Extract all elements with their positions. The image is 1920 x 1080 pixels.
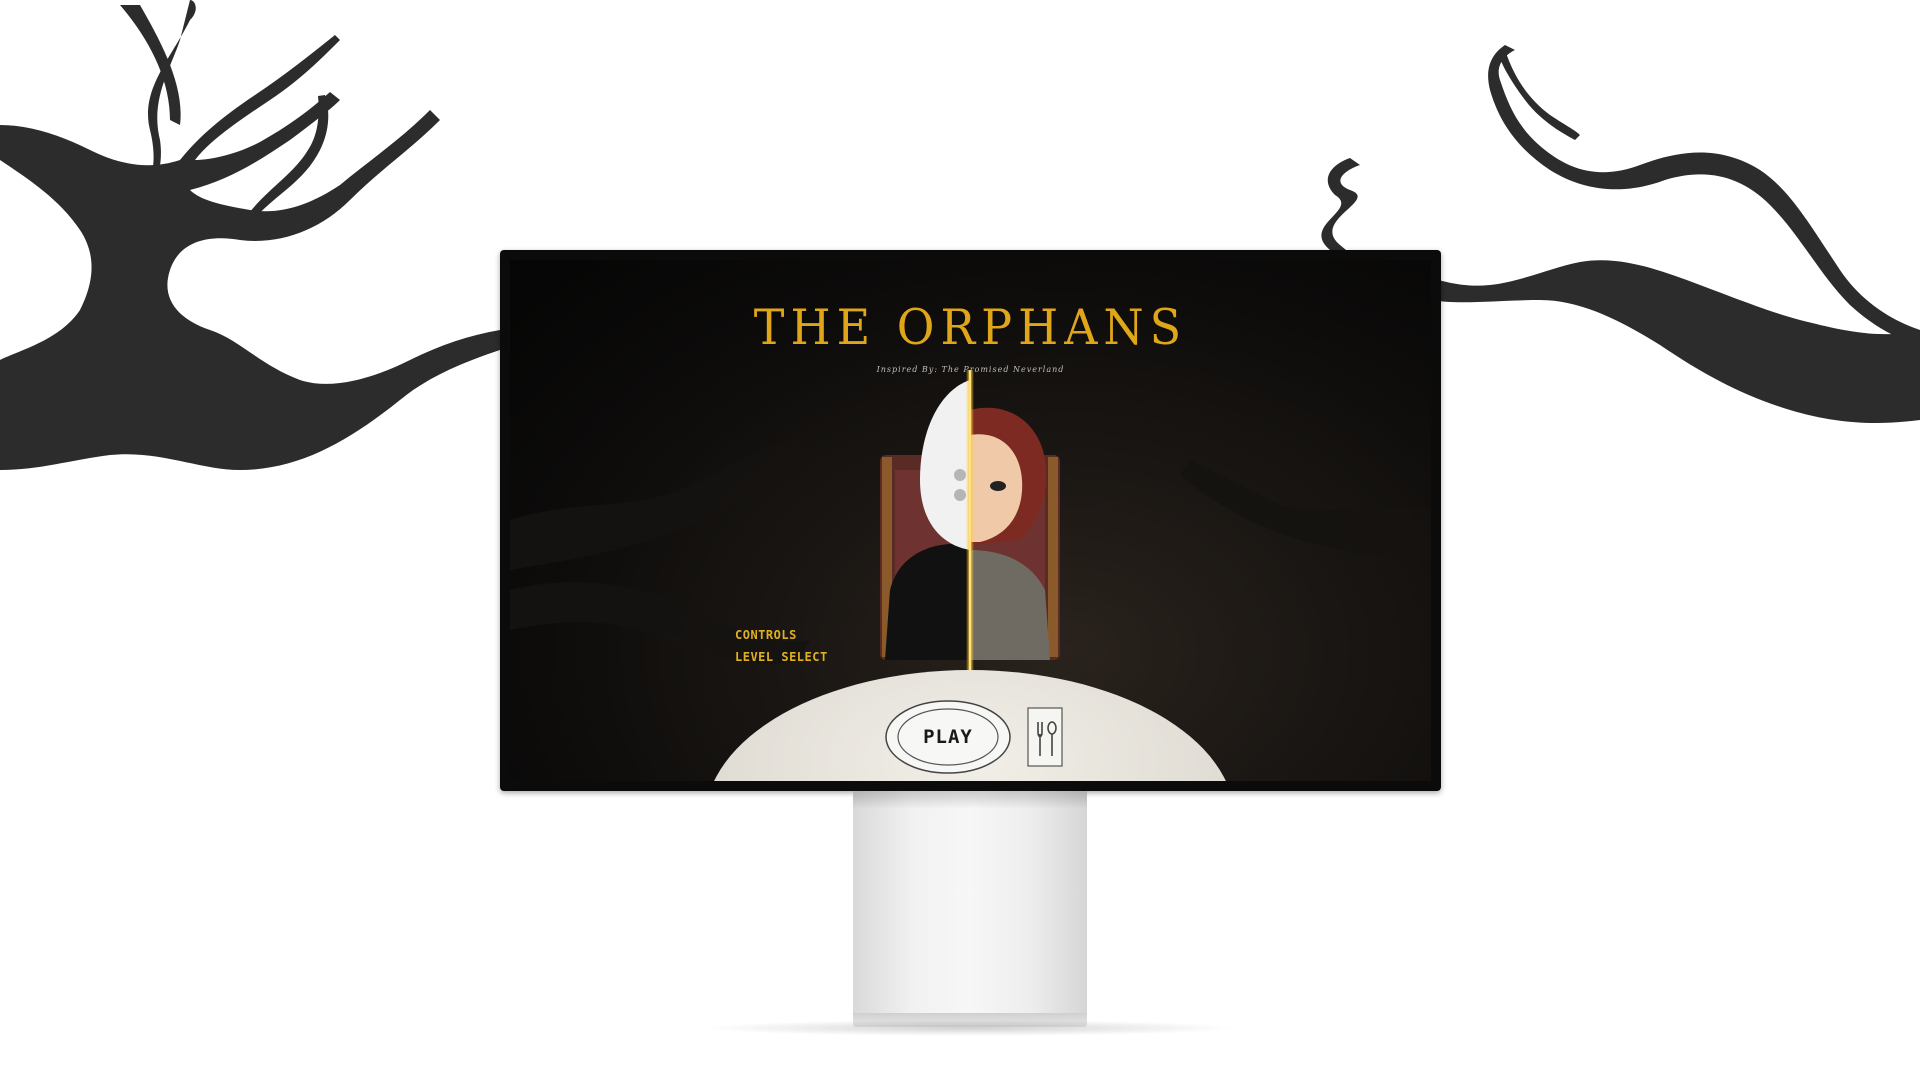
monitor-stand: [853, 791, 1087, 1019]
floor-shadow: [700, 1020, 1240, 1036]
menu-item-level-select[interactable]: LEVEL SELECT: [735, 646, 828, 668]
game-subtitle: Inspired By: The Promised Neverland: [876, 365, 1065, 374]
presentation-stage: THE ORPHANS Inspired By: The Promised Ne…: [0, 0, 1920, 1080]
menu-item-controls[interactable]: CONTROLS: [735, 624, 828, 646]
stand-shadow: [853, 791, 1087, 809]
play-button[interactable]: PLAY: [900, 712, 996, 762]
game-title: THE ORPHANS: [753, 298, 1188, 356]
fork-spoon-icon: [1027, 707, 1063, 767]
monitor-frame: THE ORPHANS Inspired By: The Promised Ne…: [500, 250, 1441, 791]
main-menu: CONTROLS LEVEL SELECT: [735, 624, 828, 668]
game-screen: THE ORPHANS Inspired By: The Promised Ne…: [510, 260, 1431, 781]
